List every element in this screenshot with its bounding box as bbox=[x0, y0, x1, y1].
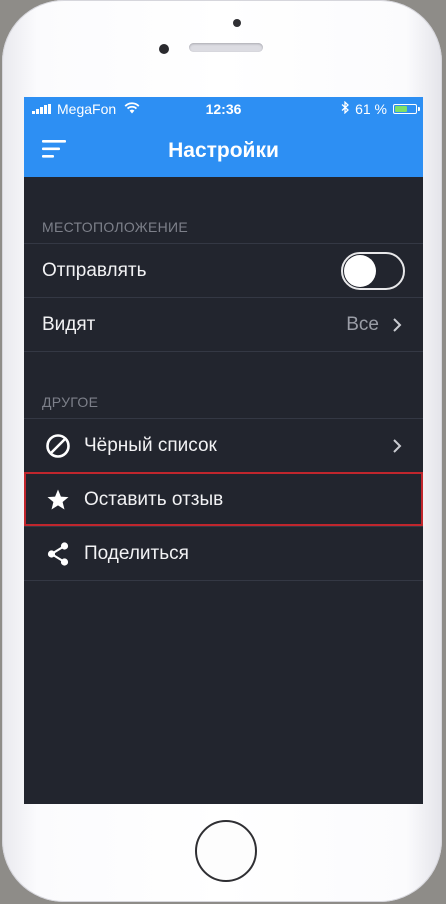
chevron-right-icon bbox=[391, 438, 403, 454]
row-share[interactable]: Поделиться bbox=[24, 526, 423, 580]
row-leave-review[interactable]: Оставить отзыв bbox=[24, 472, 423, 526]
list-end-divider bbox=[24, 580, 423, 581]
home-button[interactable] bbox=[195, 820, 257, 882]
battery-fill bbox=[395, 106, 408, 112]
status-bar: MegaFon 12:36 61 % bbox=[24, 97, 423, 121]
row-send-location[interactable]: Отправлять bbox=[24, 243, 423, 297]
send-location-label: Отправлять bbox=[42, 259, 147, 281]
send-location-toggle[interactable] bbox=[341, 251, 405, 290]
blacklist-label: Чёрный список bbox=[84, 434, 217, 456]
share-icon bbox=[44, 540, 72, 568]
row-visible-to[interactable]: Видят Все bbox=[24, 297, 423, 351]
battery-icon bbox=[393, 104, 420, 114]
block-icon bbox=[44, 432, 72, 460]
section-header-other: ДРУГОЕ bbox=[42, 394, 99, 410]
visible-to-value: Все bbox=[346, 313, 379, 335]
earpiece-speaker bbox=[189, 43, 263, 52]
star-icon bbox=[44, 486, 72, 514]
page-title: Настройки bbox=[168, 139, 279, 162]
front-camera bbox=[233, 19, 241, 27]
leave-review-label: Оставить отзыв bbox=[84, 488, 224, 510]
section-divider bbox=[24, 351, 423, 352]
battery-percent: 61 % bbox=[355, 101, 387, 117]
bluetooth-icon bbox=[341, 100, 350, 117]
share-label: Поделиться bbox=[84, 542, 189, 564]
battery-cap bbox=[418, 107, 420, 111]
app-screen: MegaFon 12:36 61 % Настройки МЕСТОПОЛОЖЕ… bbox=[24, 97, 423, 804]
row-blacklist[interactable]: Чёрный список bbox=[24, 418, 423, 472]
chevron-right-icon bbox=[391, 317, 403, 333]
proximity-sensor bbox=[159, 44, 169, 54]
nav-bar: Настройки bbox=[24, 121, 423, 177]
status-right: 61 % bbox=[341, 100, 420, 117]
section-header-location: МЕСТОПОЛОЖЕНИЕ bbox=[42, 219, 188, 235]
visible-to-label: Видят bbox=[42, 313, 96, 335]
toggle-knob bbox=[344, 254, 376, 287]
